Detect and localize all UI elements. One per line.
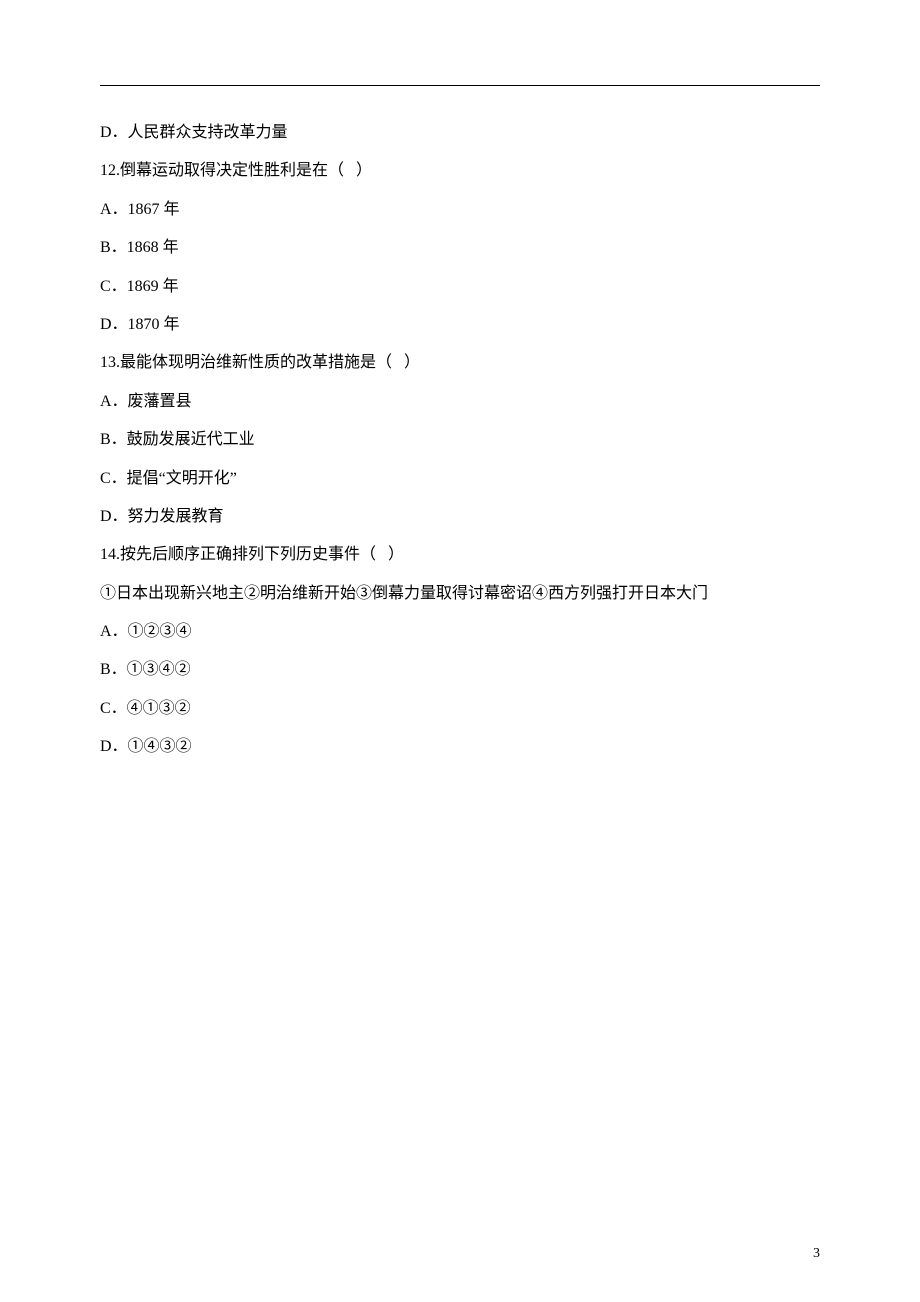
q14-option-d: D．①④③② [100, 728, 820, 766]
q13-option-b: B．鼓励发展近代工业 [100, 421, 820, 459]
q12-option-c: C．1869 年 [100, 268, 820, 306]
q13-stem: 13.最能体现明治维新性质的改革措施是（ ） [100, 344, 820, 382]
q13-option-c: C．提倡“文明开化” [100, 460, 820, 498]
q14-option-c: C．④①③② [100, 690, 820, 728]
q12-stem: 12.倒幕运动取得决定性胜利是在（ ） [100, 152, 820, 190]
top-rule [100, 85, 820, 86]
q14-stem: 14.按先后顺序正确排列下列历史事件（ ） [100, 536, 820, 574]
q14-option-b: B．①③④② [100, 651, 820, 689]
q13-option-a: A．废藩置县 [100, 383, 820, 421]
q13-option-d: D．努力发展教育 [100, 498, 820, 536]
q12-option-d: D．1870 年 [100, 306, 820, 344]
q12-option-a: A．1867 年 [100, 191, 820, 229]
page: D．人民群众支持改革力量 12.倒幕运动取得决定性胜利是在（ ） A．1867 … [0, 0, 920, 1302]
q14-option-a: A．①②③④ [100, 613, 820, 651]
page-number: 3 [813, 1246, 820, 1262]
q12-option-b: B．1868 年 [100, 229, 820, 267]
q11-option-d: D．人民群众支持改革力量 [100, 114, 820, 152]
q14-events: ①日本出现新兴地主②明治维新开始③倒幕力量取得讨幕密诏④西方列强打开日本大门 [100, 575, 820, 613]
